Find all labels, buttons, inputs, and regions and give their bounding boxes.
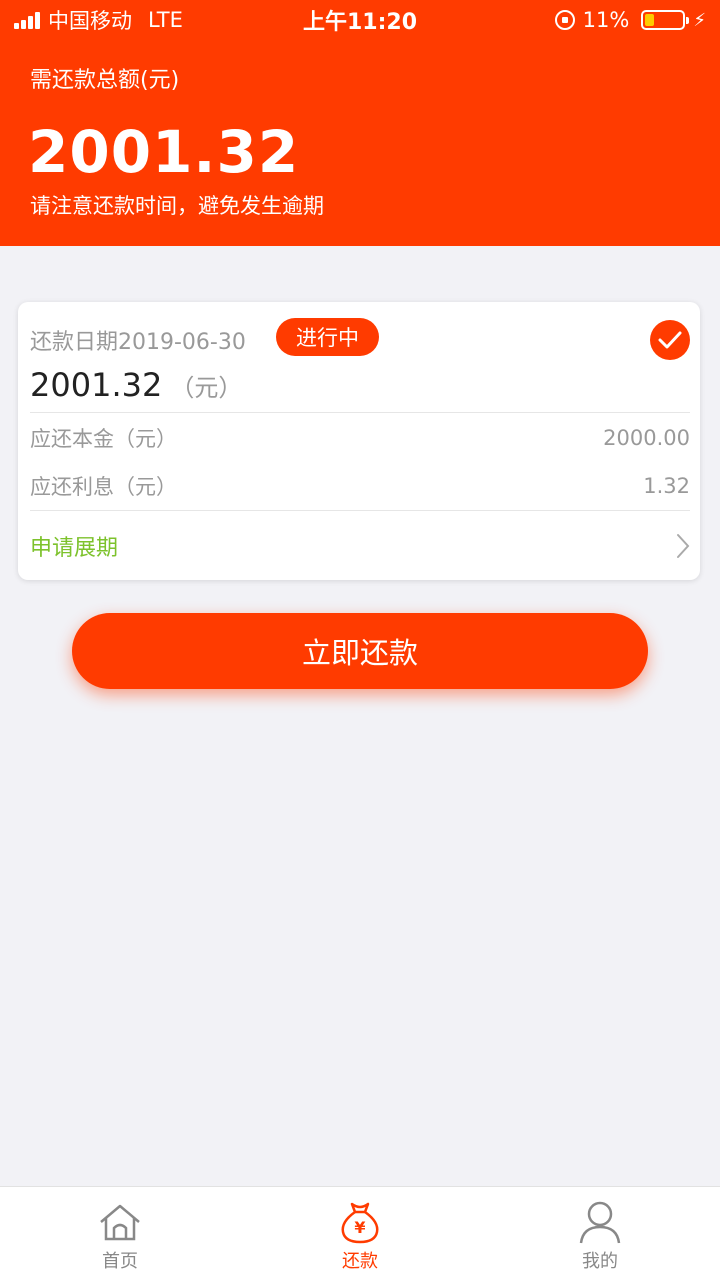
divider: [30, 510, 690, 511]
status-bar: 中国移动 LTE 上午11:20 11% ⚡: [0, 0, 720, 40]
tab-mine[interactable]: 我的: [540, 1187, 660, 1280]
battery-percent: 11%: [582, 8, 630, 32]
repayment-date: 还款日期2019-06-30: [30, 330, 246, 355]
rotation-lock-icon: [554, 10, 575, 30]
pay-now-button[interactable]: 立即还款: [72, 613, 648, 689]
status-right: 11% ⚡: [554, 8, 706, 32]
total-amount: 2001.32: [28, 118, 300, 186]
total-label: 需还款总额(元): [30, 68, 180, 93]
status-badge: 进行中: [276, 318, 379, 356]
tab-home-label: 首页: [102, 1251, 138, 1272]
battery-icon: [641, 10, 690, 30]
interest-value: 1.32: [643, 474, 690, 498]
status-left: 中国移动 LTE: [14, 5, 183, 35]
interest-row: 应还利息（元） 1.32: [30, 466, 690, 506]
signal-icon: [14, 11, 40, 29]
apply-extension-row[interactable]: 申请展期: [30, 524, 690, 568]
check-icon[interactable]: [650, 320, 690, 360]
tab-repayment-label: 还款: [342, 1251, 378, 1272]
repayment-page: 中国移动 LTE 上午11:20 11% ⚡ 需还款总额(元) 2001.32 …: [0, 0, 720, 1280]
card-amount: 2001.32 （元）: [30, 366, 242, 404]
tab-home[interactable]: 首页: [60, 1187, 180, 1280]
interest-label: 应还利息（元）: [30, 475, 177, 499]
tab-repayment[interactable]: ¥ 还款: [300, 1187, 420, 1280]
money-bag-icon: ¥: [337, 1199, 383, 1245]
principal-label: 应还本金（元）: [30, 427, 177, 451]
repayment-card: 还款日期2019-06-30 进行中 2001.32 （元） 应还本金（元） 20…: [18, 302, 700, 580]
svg-text:¥: ¥: [354, 1218, 365, 1237]
apply-extension-label: 申请展期: [30, 536, 119, 561]
battery-fill: [645, 14, 655, 26]
divider: [30, 412, 690, 413]
tab-mine-label: 我的: [582, 1251, 618, 1272]
user-icon: [577, 1199, 623, 1245]
principal-value: 2000.00: [603, 426, 690, 450]
charging-icon: ⚡: [693, 9, 706, 31]
header: 中国移动 LTE 上午11:20 11% ⚡ 需还款总额(元) 2001.32 …: [0, 0, 720, 246]
principal-row: 应还本金（元） 2000.00: [30, 418, 690, 458]
network-label: LTE: [148, 8, 183, 32]
home-icon: [97, 1199, 143, 1245]
carrier-label: 中国移动: [48, 9, 132, 33]
card-amount-value: 2001.32: [30, 366, 163, 404]
card-amount-unit: （元）: [170, 374, 243, 402]
chevron-right-icon: [676, 533, 690, 559]
total-tip: 请注意还款时间，避免发生逾期: [30, 194, 324, 218]
tab-bar: 首页 ¥ 还款 我的: [0, 1186, 720, 1280]
